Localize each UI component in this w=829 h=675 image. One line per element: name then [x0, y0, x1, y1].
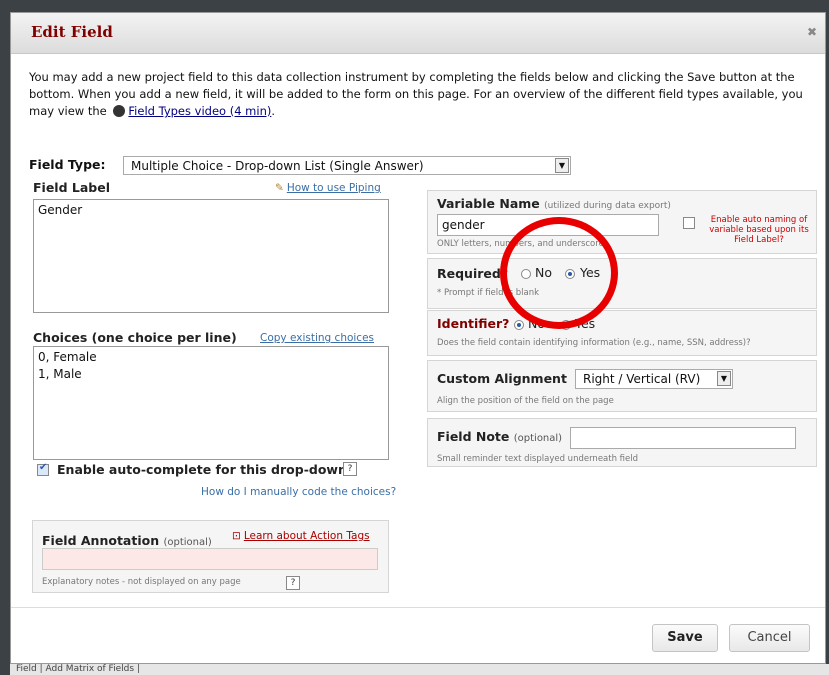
auto-naming-label: Enable auto naming of variable based upo… [709, 215, 809, 245]
required-label: Required? [437, 266, 509, 281]
choice-line: 1, Male [38, 367, 82, 381]
alignment-value: Right / Vertical (RV) [583, 372, 701, 386]
required-no-label: No [535, 265, 552, 280]
variable-label: Variable Name [437, 196, 540, 211]
identifier-hint: Does the field contain identifying infor… [437, 338, 751, 348]
alignment-hint: Align the position of the field on the p… [437, 396, 614, 406]
film-reel-icon [113, 105, 126, 117]
choices-textarea[interactable]: 0, Female 1, Male [33, 346, 389, 460]
required-yes-radio[interactable] [565, 269, 575, 279]
field-note-hint: Small reminder text displayed underneath… [437, 454, 639, 464]
autocomplete-help-icon[interactable]: ? [343, 462, 357, 476]
field-note-label: Field Note [437, 429, 510, 444]
autocomplete-label: Enable auto-complete for this drop-down [57, 462, 347, 477]
field-note-panel: Field Note (optional) Small reminder tex… [427, 418, 817, 467]
required-yes-label: Yes [580, 265, 601, 280]
save-button[interactable]: Save [652, 624, 718, 652]
field-label-heading: Field Label [33, 180, 110, 195]
dialog-titlebar: Edit Field ✖ [11, 13, 825, 54]
close-icon[interactable]: ✖ [805, 25, 819, 39]
auto-naming-checkbox[interactable] [683, 217, 695, 229]
autocomplete-checkbox[interactable] [37, 462, 49, 476]
annotation-help-icon[interactable]: ? [286, 576, 300, 590]
background-footer-links: Field | Add Matrix of Fields | [10, 664, 829, 675]
copy-choices-link[interactable]: Copy existing choices [260, 332, 374, 344]
annotation-note: Explanatory notes - not displayed on any… [42, 577, 241, 587]
alignment-panel: Custom Alignment Right / Vertical (RV) ▼… [427, 360, 817, 412]
field-note-heading: Field Note (optional) [437, 429, 562, 444]
required-hint: * Prompt if field is blank [437, 288, 540, 298]
piping-link[interactable]: ✎ How to use Piping [275, 182, 381, 194]
identifier-panel: Identifier? No Yes Does the field contai… [427, 310, 817, 356]
annotation-label: Field Annotation [42, 533, 160, 548]
variable-sub: (utilized during data export) [544, 201, 671, 211]
manual-code-link[interactable]: How do I manually code the choices? [201, 486, 396, 498]
field-type-value: Multiple Choice - Drop-down List (Single… [131, 159, 424, 173]
chevron-down-icon[interactable]: ▼ [717, 371, 731, 386]
field-note-input[interactable] [570, 427, 796, 449]
variable-hint: ONLY letters, numbers, and underscores [437, 239, 609, 249]
action-tags-link[interactable]: ⊡ Learn about Action Tags [232, 530, 370, 542]
identifier-yes-radio[interactable] [561, 320, 571, 330]
edit-field-dialog: Edit Field ✖ You may add a new project f… [10, 12, 826, 664]
field-types-video-link[interactable]: Field Types video (4 min) [128, 104, 271, 118]
piping-link-text: How to use Piping [286, 182, 381, 194]
choices-heading: Choices (one choice per line) [33, 330, 237, 345]
chevron-down-icon[interactable]: ▼ [555, 158, 569, 173]
choice-line: 0, Female [38, 350, 97, 364]
annotation-optional: (optional) [163, 537, 212, 548]
intro-end: . [271, 104, 276, 118]
cancel-button[interactable]: Cancel [729, 624, 810, 652]
intro-text: You may add a new project field to this … [29, 69, 809, 120]
annotation-input[interactable] [42, 548, 378, 570]
alignment-select[interactable]: Right / Vertical (RV) ▼ [575, 369, 733, 389]
field-type-select[interactable]: Multiple Choice - Drop-down List (Single… [123, 156, 571, 175]
required-panel: Required? No Yes * Prompt if field is bl… [427, 258, 817, 309]
action-tag-icon: ⊡ [232, 530, 241, 542]
field-note-optional: (optional) [513, 433, 563, 444]
variable-name-input[interactable]: gender [437, 214, 659, 236]
pencil-icon: ✎ [275, 182, 284, 194]
field-annotation-panel: Field Annotation (optional) ⊡ Learn about… [32, 520, 389, 593]
field-label-textarea[interactable]: Gender [33, 199, 389, 313]
field-type-label: Field Type: [29, 157, 106, 172]
required-no-radio[interactable] [521, 269, 531, 279]
identifier-yes-label: Yes [575, 316, 596, 331]
alignment-label: Custom Alignment [437, 371, 567, 386]
variable-name-panel: Variable Name (utilized during data expo… [427, 190, 817, 254]
identifier-label: Identifier? [437, 316, 510, 331]
annotation-heading: Field Annotation (optional) [42, 533, 212, 548]
variable-heading: Variable Name (utilized during data expo… [437, 196, 671, 211]
dialog-title: Edit Field [31, 23, 113, 41]
footer-divider [11, 607, 825, 608]
action-tags-text: Learn about Action Tags [243, 530, 370, 542]
identifier-no-radio[interactable] [514, 320, 524, 330]
identifier-no-label: No [528, 316, 545, 331]
